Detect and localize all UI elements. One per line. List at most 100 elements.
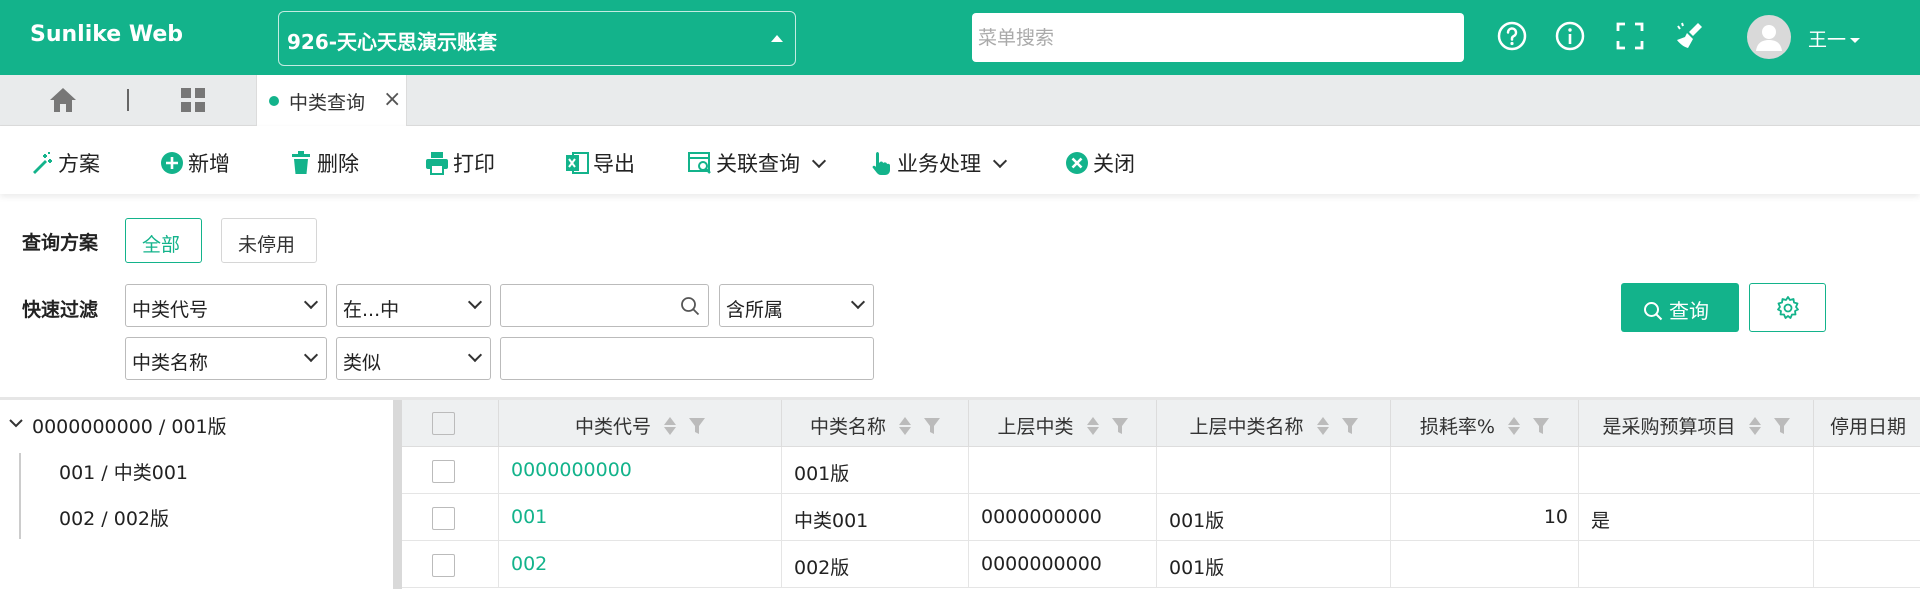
row-checkbox[interactable] <box>432 554 455 577</box>
cell-code[interactable]: 002 <box>499 541 782 588</box>
clean-broom-icon[interactable] <box>1674 20 1706 52</box>
col-header-stop-date[interactable]: 停用日期 <box>1814 400 1920 447</box>
filter-operator-value: 类似 <box>343 352 382 374</box>
scheme-all-chip[interactable]: 全部 <box>125 218 202 263</box>
scheme-button[interactable]: 方案 <box>30 148 100 176</box>
col-header-parent-name[interactable]: 上层中类名称 <box>1157 400 1391 447</box>
row-checkbox[interactable] <box>432 460 455 483</box>
sort-icon[interactable] <box>1507 415 1521 437</box>
filter-icon[interactable] <box>1341 417 1358 435</box>
related-query-dropdown[interactable]: 关联查询 <box>688 148 827 176</box>
filter-icon[interactable] <box>1111 417 1128 435</box>
info-circle-icon[interactable] <box>1554 20 1586 52</box>
cell-loss: 10 <box>1391 494 1579 541</box>
wand-icon <box>33 152 52 174</box>
table-row[interactable]: 002 002版 0000000000 001版 <box>402 541 1920 588</box>
tree-node-child[interactable]: 001 / 中类001 <box>59 458 188 485</box>
chevron-down-icon <box>303 294 319 310</box>
chevron-down-icon[interactable] <box>8 415 24 431</box>
filter-icon[interactable] <box>689 417 706 435</box>
cell-loss <box>1391 541 1579 588</box>
filter-value-input-1[interactable] <box>500 284 709 327</box>
sort-icon[interactable] <box>1748 415 1762 437</box>
sort-icon[interactable] <box>898 415 912 437</box>
row-checkbox[interactable] <box>432 507 455 530</box>
filter-option-select-1[interactable]: 含所属 <box>719 284 874 327</box>
close-button[interactable]: 关闭 <box>1065 148 1135 176</box>
tab-bar: 中类查询 × <box>0 75 1920 126</box>
col-header-budget[interactable]: 是采购预算项目 <box>1579 400 1814 447</box>
print-button[interactable]: 打印 <box>425 148 495 176</box>
home-icon[interactable] <box>48 86 78 114</box>
cell-name: 002版 <box>782 541 969 588</box>
select-all-cell <box>402 400 499 447</box>
sort-icon[interactable] <box>1086 415 1100 437</box>
chevron-down-icon <box>811 153 827 169</box>
chevron-down-icon <box>1850 38 1861 43</box>
tree-node-child[interactable]: 002 / 002版 <box>59 504 169 531</box>
avatar[interactable] <box>1747 15 1791 59</box>
col-header-parent[interactable]: 上层中类 <box>969 400 1157 447</box>
col-header-name[interactable]: 中类名称 <box>782 400 969 447</box>
account-name: 926-天心天思演示账套 <box>287 30 498 54</box>
excel-export-icon <box>566 152 589 174</box>
close-circle-icon <box>1066 152 1088 174</box>
quick-filter-label: 快速过滤 <box>22 299 99 321</box>
top-bar: Sunlike Web 926-天心天思演示账套 王一 <box>0 0 1920 75</box>
table-row[interactable]: 001 中类001 0000000000 001版 10 是 <box>402 494 1920 541</box>
active-dot-icon <box>269 96 279 106</box>
cell-code[interactable]: 0000000000 <box>499 447 782 494</box>
filter-settings-button[interactable] <box>1749 283 1826 332</box>
chevron-down-icon <box>303 347 319 363</box>
filter-icon[interactable] <box>924 417 941 435</box>
user-menu[interactable]: 王一 <box>1808 25 1861 52</box>
brand-logo: Sunlike Web <box>30 22 184 47</box>
help-circle-icon[interactable] <box>1496 20 1528 52</box>
search-icon[interactable] <box>680 296 700 316</box>
filter-value-input-2[interactable] <box>500 337 874 380</box>
filter-operator-select-2[interactable]: 类似 <box>336 337 491 380</box>
apps-grid-icon[interactable] <box>180 87 206 113</box>
delete-button[interactable]: 删除 <box>289 148 359 176</box>
account-selector[interactable]: 926-天心天思演示账套 <box>278 11 796 66</box>
business-dropdown[interactable]: 业务处理 <box>869 148 1008 176</box>
cell-name: 中类001 <box>782 494 969 541</box>
cell-code[interactable]: 001 <box>499 494 782 541</box>
cell-parent-name <box>1157 447 1391 494</box>
fullscreen-icon[interactable] <box>1614 20 1646 52</box>
filter-field-select-1[interactable]: 中类代号 <box>125 284 327 327</box>
query-label: 查询 <box>1669 299 1709 323</box>
filter-icon[interactable] <box>1773 417 1790 435</box>
add-button[interactable]: 新增 <box>160 148 230 176</box>
query-button[interactable]: 查询 <box>1621 283 1739 332</box>
printer-icon <box>426 152 448 175</box>
cell-parent: 0000000000 <box>969 541 1157 588</box>
filter-field-value: 中类代号 <box>132 299 209 321</box>
scheme-active-chip[interactable]: 未停用 <box>221 218 317 263</box>
sort-icon[interactable] <box>663 415 677 437</box>
column-title: 中类代号 <box>574 416 651 438</box>
add-label: 新增 <box>188 152 230 176</box>
table-row[interactable]: 0000000000 001版 <box>402 447 1920 494</box>
filter-field-value: 中类名称 <box>132 352 209 374</box>
tree-splitter[interactable] <box>393 400 402 589</box>
close-icon[interactable]: × <box>383 87 401 112</box>
export-button[interactable]: 导出 <box>565 148 635 176</box>
select-all-checkbox[interactable] <box>432 412 455 435</box>
tree-node-root[interactable]: 0000000000 / 001版 <box>32 412 227 439</box>
filter-operator-select-1[interactable]: 在...中 <box>336 284 491 327</box>
col-header-loss[interactable]: 损耗率% <box>1391 400 1579 447</box>
cell-budget <box>1579 541 1814 588</box>
col-header-code[interactable]: 中类代号 <box>499 400 782 447</box>
column-title: 上层中类 <box>997 416 1074 438</box>
sort-icon[interactable] <box>1316 415 1330 437</box>
filter-field-select-2[interactable]: 中类名称 <box>125 337 327 380</box>
scheme-label: 方案 <box>58 152 100 176</box>
plus-circle-icon <box>161 152 183 174</box>
row-select-cell <box>402 541 499 588</box>
column-title: 上层中类名称 <box>1189 416 1304 438</box>
menu-search-input[interactable] <box>972 13 1464 62</box>
gear-icon <box>1777 296 1799 319</box>
tab-category-query[interactable]: 中类查询 × <box>256 75 407 126</box>
filter-icon[interactable] <box>1533 417 1550 435</box>
